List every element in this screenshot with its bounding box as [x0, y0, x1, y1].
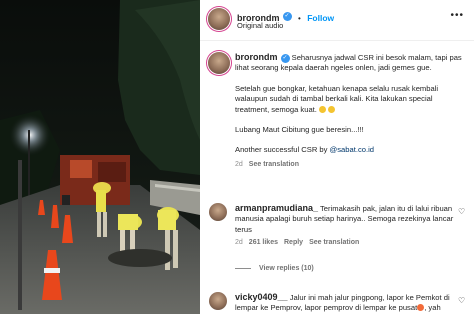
flexed-biceps-emoji-icon-2: [328, 105, 336, 113]
comment-username-2[interactable]: vicky0409__: [235, 292, 288, 302]
post-detail-panel: brorondm ✓ • Follow Original audio ••• br…: [200, 0, 474, 314]
comment-username[interactable]: armanpramudiana_: [235, 203, 318, 213]
flexed-biceps-emoji-icon: [319, 105, 327, 113]
night-roadwork-scene: [0, 0, 200, 314]
caption-text-3: Lubang Maut Cibitung gue beresin...!!!: [235, 125, 364, 135]
comment-text-2-tail: , yah: [424, 303, 441, 313]
comment-reply-button[interactable]: Reply: [284, 239, 303, 246]
more-options-icon[interactable]: •••: [450, 10, 464, 21]
view-replies-button[interactable]: View replies (10): [235, 265, 314, 272]
verified-badge-icon: ✓: [280, 53, 290, 63]
replies-divider-line: [235, 267, 251, 269]
caption-username[interactable]: brorondm: [235, 52, 278, 62]
caption-see-translation[interactable]: See translation: [249, 161, 299, 168]
caption-avatar[interactable]: [208, 52, 230, 74]
mention-link[interactable]: @sabat.co.id: [330, 145, 374, 154]
caption-text-4: Another successful CSR by: [235, 145, 330, 155]
post-caption: brorondm ✓ Seharusnya jadwal CSR ini beso…: [235, 52, 467, 170]
post-header: brorondm ✓ • Follow Original audio •••: [200, 0, 474, 41]
commenter-avatar-2[interactable]: [209, 292, 227, 310]
comment-time[interactable]: 2d: [235, 239, 243, 246]
post-video[interactable]: [0, 0, 200, 314]
heart-icon[interactable]: ♡: [458, 207, 465, 216]
comment-see-translation[interactable]: See translation: [309, 239, 359, 246]
commenter-avatar[interactable]: [209, 203, 227, 221]
verified-badge-icon: ✓: [282, 12, 292, 22]
author-avatar[interactable]: [208, 8, 230, 30]
comment-item-2: vicky0409__ Jalur ini mah jalur pingpong…: [235, 292, 457, 314]
view-replies-label: View replies (10): [259, 265, 314, 272]
comment-likes[interactable]: 261 likes: [249, 239, 278, 246]
caption-text-2: Setelah gue bongkar, ketahuan kenapa sel…: [235, 83, 439, 114]
comment-meta: 2d 261 likes Reply See translation: [235, 238, 457, 248]
heart-icon-2[interactable]: ♡: [458, 296, 465, 305]
comment-item: armanpramudiana_ Terimakasih pak, jalan …: [235, 203, 457, 249]
separator-dot: •: [297, 14, 301, 23]
caption-meta: 2d See translation: [235, 160, 467, 170]
caption-time[interactable]: 2d: [235, 161, 243, 168]
follow-button[interactable]: Follow: [307, 13, 334, 23]
original-audio-link[interactable]: Original audio: [237, 21, 283, 30]
